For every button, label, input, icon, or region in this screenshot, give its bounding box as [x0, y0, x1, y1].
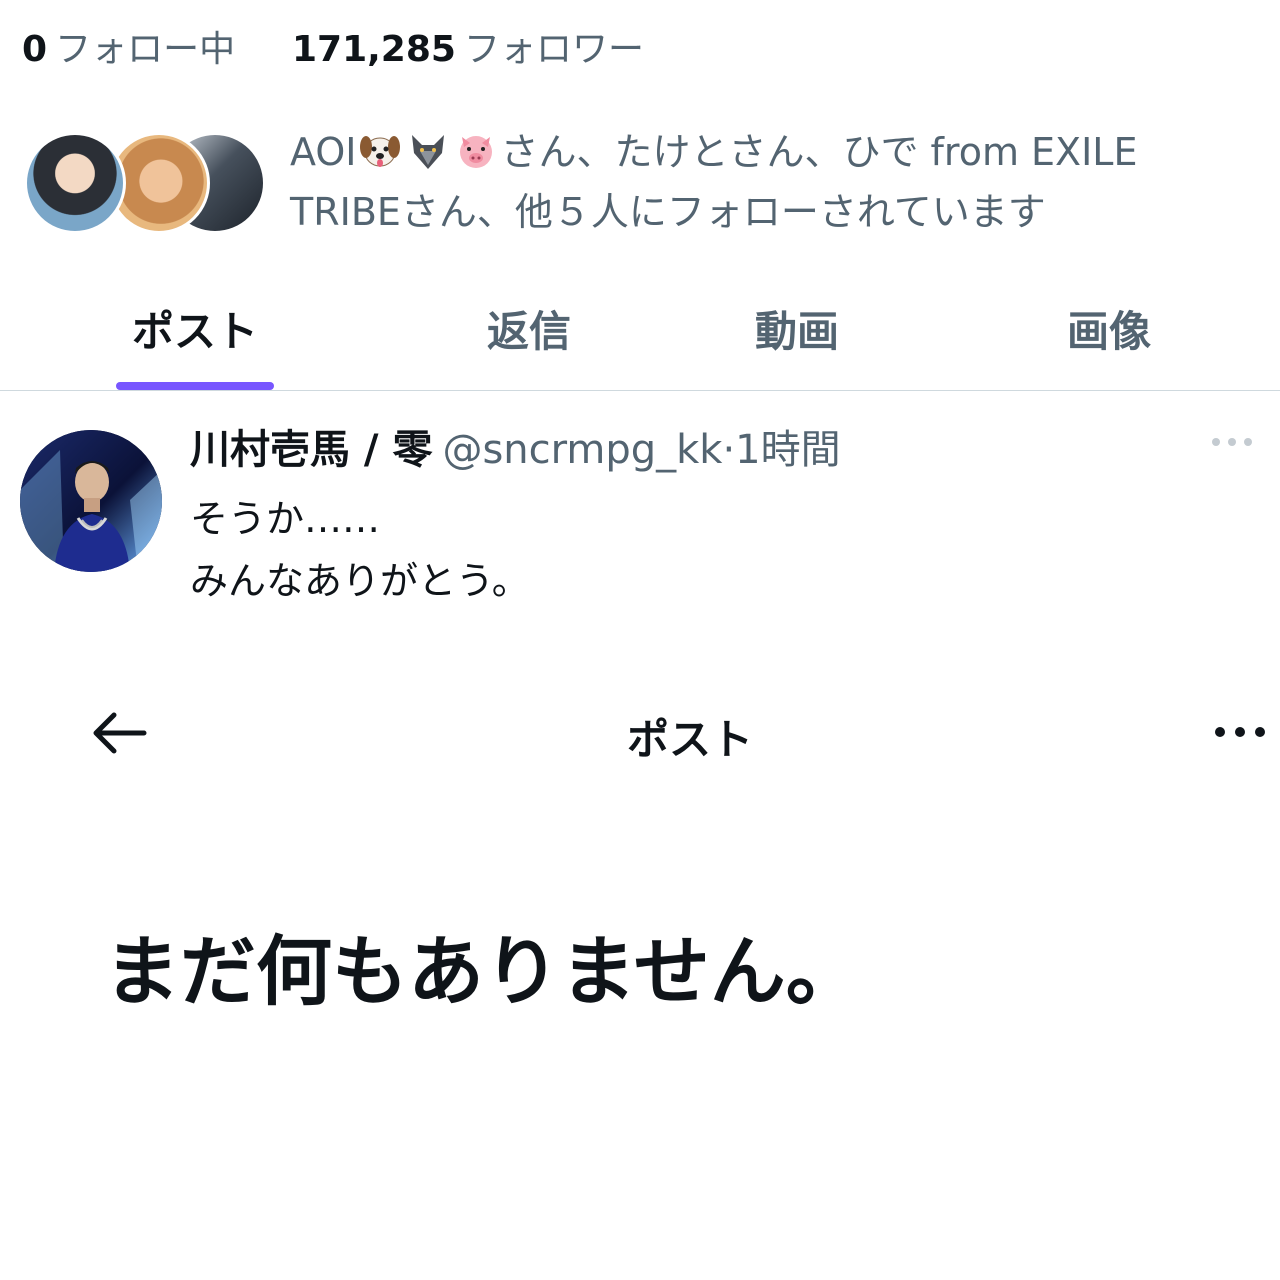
tab-replies[interactable]: 返信: [470, 298, 588, 359]
followed-by-name-start: AOI: [290, 130, 357, 174]
following-count: 0: [22, 29, 48, 70]
followed-by-text: AOI さん、たけとさん、ひで from EXILE TRIBEさん、他５人にフ…: [290, 122, 1230, 242]
follower-avatar-stack: [24, 132, 266, 234]
post-item[interactable]: 川村壱馬 / 零 @sncrmpg_kk·1時間 そうか…… みんなありがとう。: [0, 392, 1280, 642]
more-options-icon[interactable]: [1210, 720, 1270, 744]
post-handle-time[interactable]: @sncrmpg_kk·1時間: [442, 427, 840, 473]
more-options-icon[interactable]: [1208, 430, 1256, 454]
followers-label: フォロワー: [463, 29, 644, 70]
post-text: そうか…… みんなありがとう。: [190, 497, 530, 603]
avatar: [24, 132, 126, 234]
followers-you-know[interactable]: AOI さん、たけとさん、ひで from EXILE TRIBEさん、他５人にフ…: [24, 122, 1264, 242]
dog-face-icon: [360, 136, 401, 167]
tab-videos[interactable]: 動画: [738, 298, 856, 359]
followers-count: 171,285: [291, 29, 456, 70]
followers-link[interactable]: 171,285 フォロワー: [292, 29, 644, 70]
tab-posts[interactable]: ポスト: [116, 298, 274, 359]
pig-face-icon: [460, 136, 493, 168]
empty-state-message: まだ何もありません。: [104, 927, 862, 1016]
following-label: フォロー中: [55, 29, 236, 70]
post-detail-header: ポスト: [0, 690, 1280, 780]
tab-images[interactable]: 画像: [1050, 298, 1168, 359]
profile-tabs: ポスト 返信 動画 画像: [0, 280, 1280, 391]
following-link[interactable]: 0 フォロー中: [22, 29, 247, 70]
post-author-name[interactable]: 川村壱馬 / 零: [190, 427, 432, 473]
active-tab-indicator: [116, 382, 274, 390]
avatar[interactable]: [20, 430, 162, 572]
page-title: ポスト: [626, 715, 753, 764]
profile-photo-image: [20, 430, 162, 572]
post-header: 川村壱馬 / 零 @sncrmpg_kk·1時間: [190, 422, 841, 478]
follow-stats: 0 フォロー中 171,285 フォロワー: [22, 24, 644, 76]
wolf-icon: [412, 135, 445, 169]
